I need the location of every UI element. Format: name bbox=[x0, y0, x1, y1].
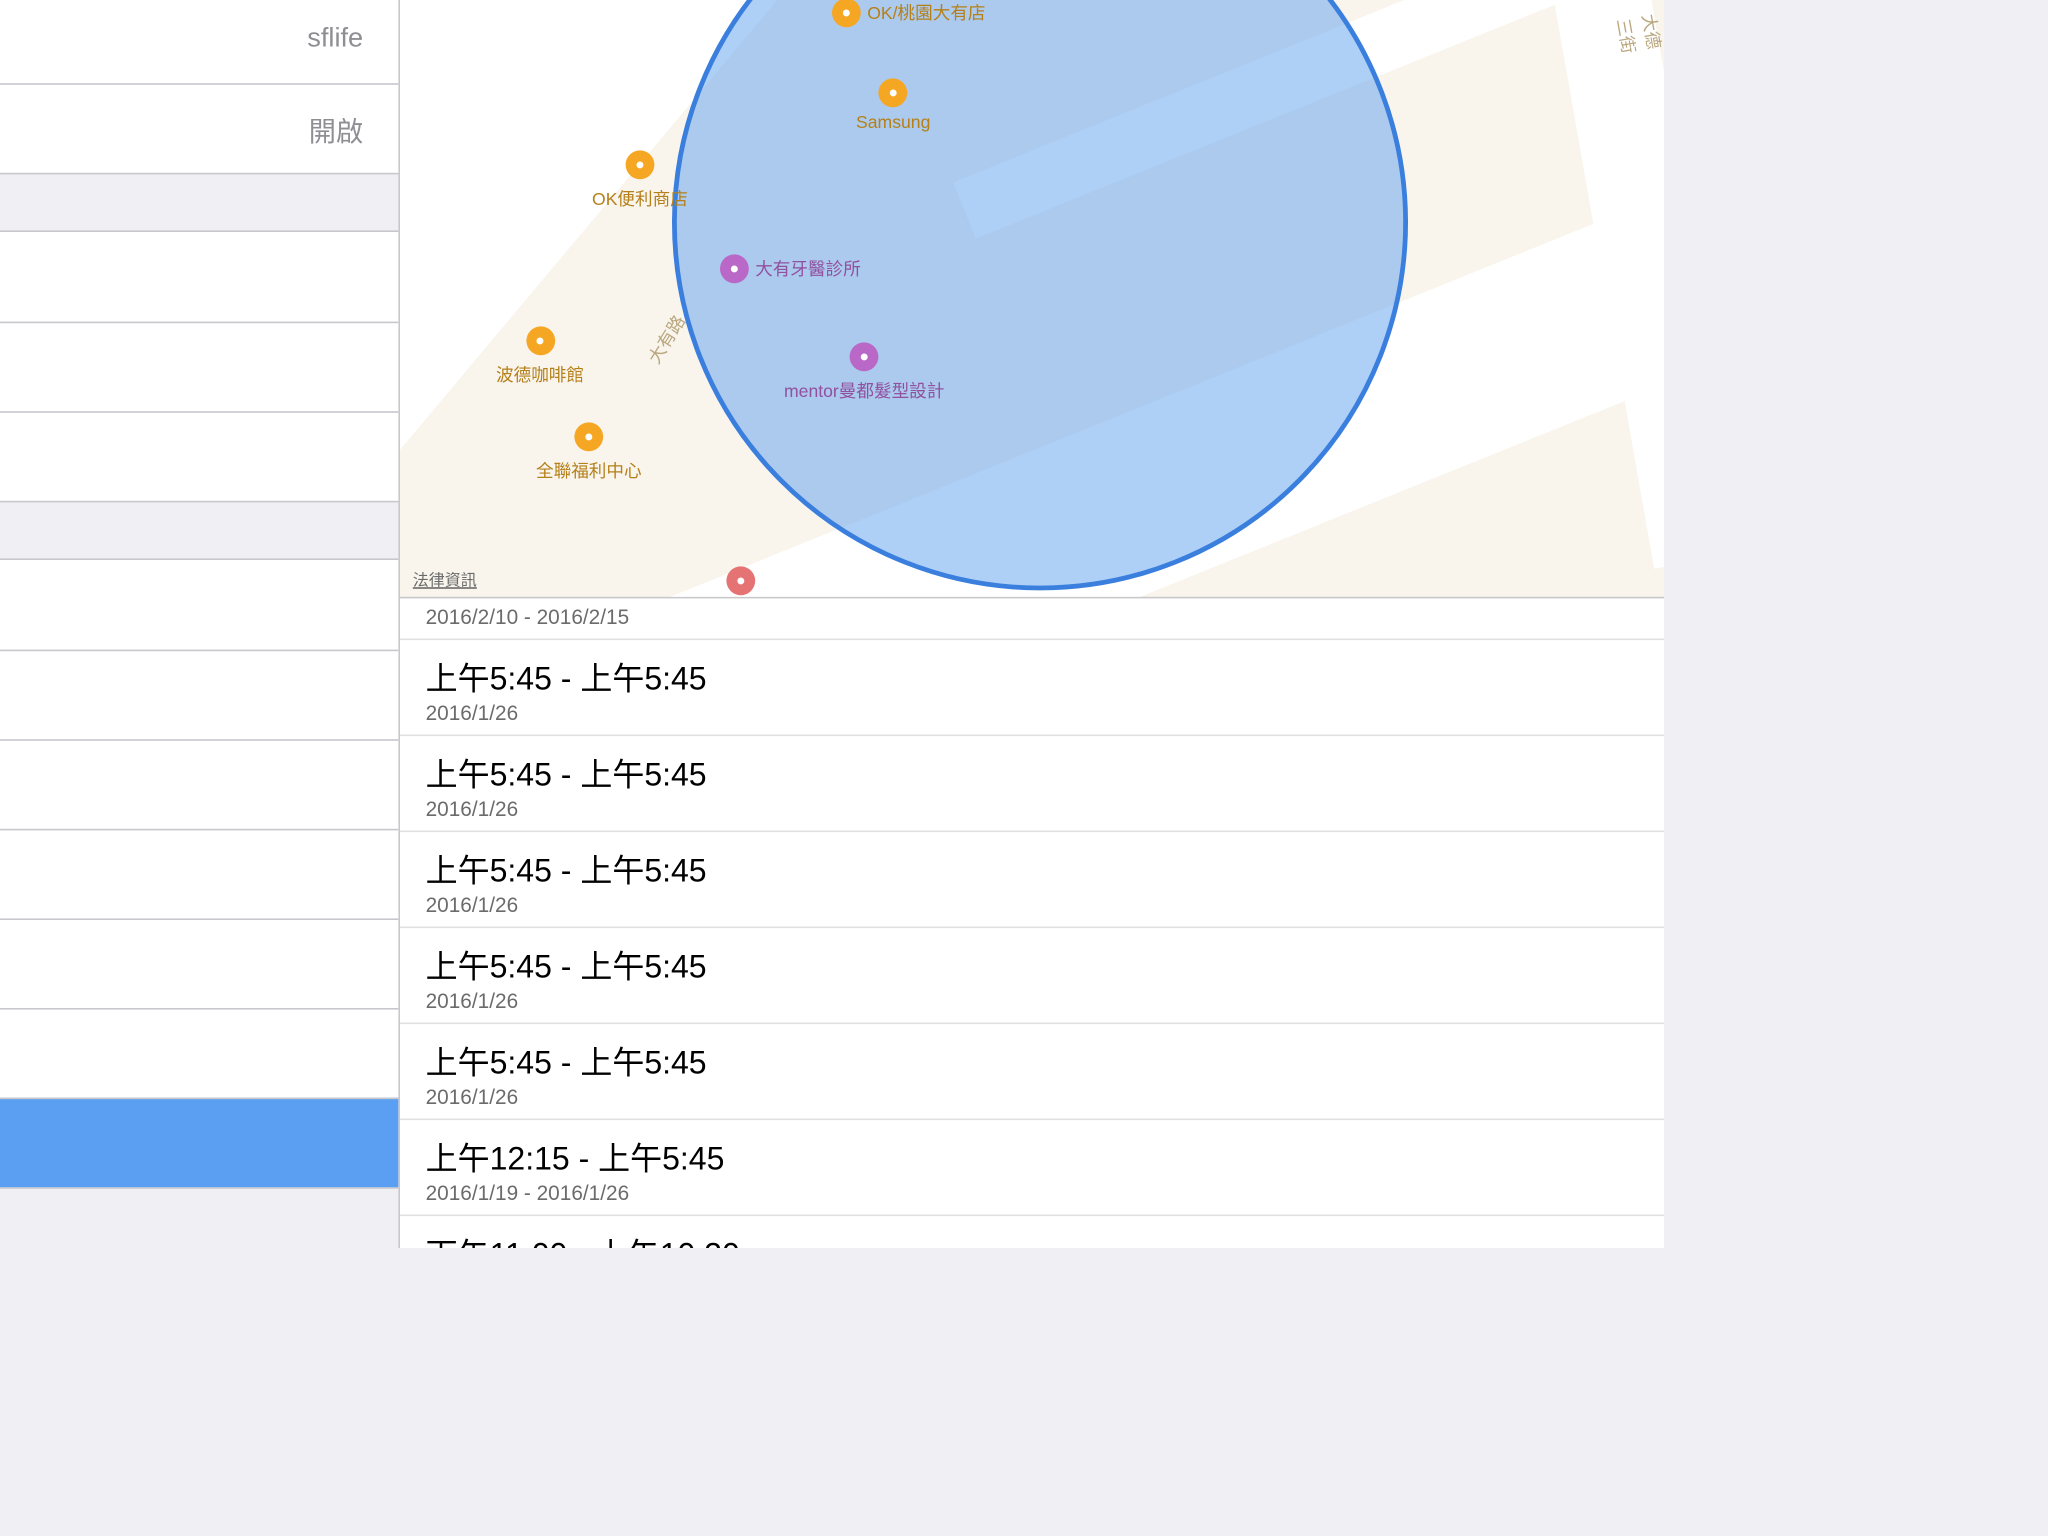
legal-link[interactable]: 法律資訊 bbox=[413, 566, 477, 590]
poi-icon: ● bbox=[726, 566, 755, 595]
map[interactable]: ●Hu-t'ou Shan●萊茵堡咖啡簡餐●OK/桃園大有店●Samsung●O… bbox=[400, 0, 1664, 598]
map-poi[interactable]: ● 波德咖啡館 bbox=[496, 326, 584, 387]
row-value: sflife bbox=[307, 22, 363, 54]
sidebar-item-通知[interactable]: 通知 bbox=[0, 232, 398, 322]
poi-label: 全聯福利中心 bbox=[536, 458, 642, 484]
row-label: 藍牙 bbox=[0, 108, 309, 148]
sidebar-item-勿擾模式[interactable]: 勿擾模式 bbox=[0, 411, 398, 501]
visit-row[interactable]: 上午5:45 - 上午5:452016/1/26 bbox=[400, 928, 1664, 1024]
visit-date: 2016/1/19 - 2016/1/26 bbox=[426, 1181, 1639, 1205]
visit-list[interactable]: 2016/2/10 - 2016/2/15 上午5:45 - 上午5:45201… bbox=[400, 598, 1664, 1248]
visit-row[interactable]: 下午11:00 - 上午10:302016/1/11 - 2016/1/15 bbox=[400, 1216, 1664, 1248]
visit-time: 上午5:45 - 上午5:45 bbox=[426, 845, 1639, 891]
sidebar-item-Wi-Fi[interactable]: Wi-Fisflife bbox=[0, 0, 398, 83]
poi-icon: ● bbox=[850, 342, 879, 371]
visit-time: 上午5:45 - 上午5:45 bbox=[426, 653, 1639, 699]
visit-row[interactable]: 上午5:45 - 上午5:452016/1/26 bbox=[400, 1024, 1664, 1120]
row-label: 背景圖片 bbox=[0, 764, 373, 804]
row-label: 勿擾模式 bbox=[0, 436, 373, 476]
visit-time: 上午5:45 - 上午5:45 bbox=[426, 1037, 1639, 1083]
sidebar-item-螢幕顯示與亮度[interactable]: AA螢幕顯示與亮度 bbox=[0, 650, 398, 740]
map-poi[interactable]: ● 全聯福利中心 bbox=[536, 422, 642, 483]
visit-date: 2016/1/26 bbox=[426, 893, 1639, 917]
road-label: 大有路 bbox=[642, 310, 692, 368]
settings-sidebar: 設定 飛航模式Wi-Fisflife藍牙開啟通知控制中心勿擾模式一般AA螢幕顯示… bbox=[0, 0, 400, 1248]
road-label: 大德三街 bbox=[1611, 12, 1664, 68]
sidebar-item-隱私權[interactable]: 隱私權 bbox=[0, 1098, 398, 1188]
map-poi[interactable]: ●大有牙醫診所 bbox=[720, 254, 861, 283]
visit-date: 2016/1/26 bbox=[426, 797, 1639, 821]
poi-icon: ● bbox=[720, 254, 749, 283]
sidebar-item-一般[interactable]: 一般 bbox=[0, 560, 398, 650]
poi-label: mentor曼都髮型設計 bbox=[784, 378, 944, 404]
visit-row[interactable]: 上午12:15 - 上午5:452016/1/19 - 2016/1/26 bbox=[400, 1120, 1664, 1216]
poi-icon: ● bbox=[832, 0, 861, 27]
row-label: 一般 bbox=[0, 585, 373, 625]
map-poi[interactable]: ●達安藥師藥局 bbox=[688, 566, 794, 598]
visit-row[interactable]: 上午5:45 - 上午5:452016/1/26 bbox=[400, 832, 1664, 928]
visit-date: 2016/1/26 bbox=[426, 1085, 1639, 1109]
poi-label: Samsung bbox=[856, 114, 930, 133]
sidebar-item-背景圖片[interactable]: 背景圖片 bbox=[0, 739, 398, 829]
row-label: 電池 bbox=[0, 1033, 373, 1073]
poi-label: 波德咖啡館 bbox=[496, 362, 584, 388]
poi-icon: ● bbox=[526, 326, 555, 355]
sidebar-item-控制中心[interactable]: 控制中心 bbox=[0, 322, 398, 412]
poi-label: OK/桃園大有店 bbox=[867, 0, 985, 26]
poi-label: 大有牙醫診所 bbox=[755, 256, 861, 282]
detail-panel: ‹ 桃園縣 參訪次數 ●Hu-t'ou Shan●萊茵堡咖啡簡餐●OK/桃園大有… bbox=[400, 0, 1664, 1248]
visit-time: 下午11:00 - 上午10:30 bbox=[426, 1229, 1639, 1248]
map-poi[interactable]: ● OK便利商店 bbox=[592, 150, 688, 211]
visit-row[interactable]: 上午5:45 - 上午5:452016/1/26 bbox=[400, 640, 1664, 736]
row-label: 密碼 bbox=[0, 943, 373, 983]
row-value: 開啟 bbox=[309, 108, 363, 148]
poi-label: OK便利商店 bbox=[592, 186, 688, 212]
sidebar-item-電池[interactable]: 電池 bbox=[0, 1008, 398, 1098]
poi-icon: ● bbox=[574, 422, 603, 451]
visit-row[interactable]: 上午5:45 - 上午5:452016/1/26 bbox=[400, 736, 1664, 832]
sidebar-item-藍牙[interactable]: 藍牙開啟 bbox=[0, 83, 398, 173]
visit-time: 上午12:15 - 上午5:45 bbox=[426, 1133, 1639, 1179]
row-label: Wi-Fi bbox=[0, 22, 307, 54]
visit-range-header: 2016/2/10 - 2016/2/15 bbox=[400, 598, 1664, 640]
map-poi[interactable]: ●OK/桃園大有店 bbox=[832, 0, 986, 27]
sidebar-item-聲音[interactable]: 聲音 bbox=[0, 829, 398, 919]
row-label: 聲音 bbox=[0, 854, 373, 894]
row-label: 螢幕顯示與亮度 bbox=[0, 674, 373, 714]
visit-time: 上午5:45 - 上午5:45 bbox=[426, 749, 1639, 795]
poi-icon: ● bbox=[626, 150, 655, 179]
row-label: 隱私權 bbox=[0, 1122, 373, 1162]
visit-time: 上午5:45 - 上午5:45 bbox=[426, 941, 1639, 987]
visit-date: 2016/1/26 bbox=[426, 989, 1639, 1013]
row-label: 控制中心 bbox=[0, 346, 373, 386]
map-poi[interactable]: ● Samsung bbox=[856, 78, 930, 132]
sidebar-item-密碼[interactable]: 密碼 bbox=[0, 918, 398, 1008]
visit-date: 2016/1/26 bbox=[426, 701, 1639, 725]
poi-icon: ● bbox=[879, 78, 908, 107]
map-poi[interactable]: ● mentor曼都髮型設計 bbox=[784, 342, 944, 403]
row-label: 通知 bbox=[0, 257, 373, 297]
